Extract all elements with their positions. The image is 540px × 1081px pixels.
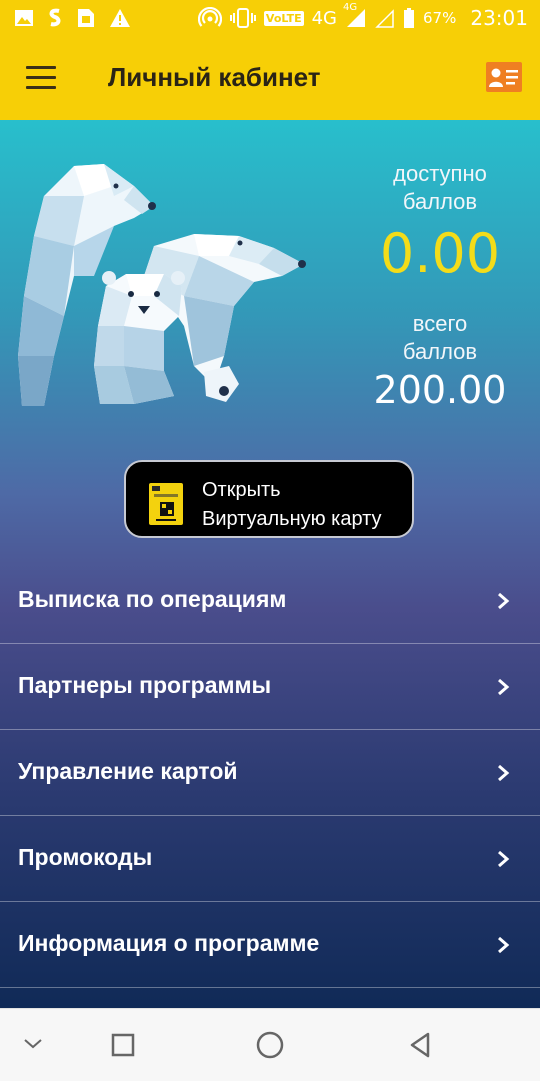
chevron-right-icon	[498, 936, 510, 954]
menu-item-promocodes[interactable]: Промокоды	[0, 816, 540, 902]
hamburger-menu-icon[interactable]	[26, 66, 58, 90]
chevron-right-icon	[498, 850, 510, 868]
home-icon[interactable]	[256, 1031, 284, 1064]
menu-item-partners[interactable]: Партнеры программы	[0, 644, 540, 730]
menu-item-statement[interactable]: Выписка по операциям	[0, 558, 540, 644]
image-icon	[14, 6, 34, 30]
status-bar-left	[14, 6, 131, 30]
chevron-right-icon	[498, 592, 510, 610]
menu-item-card-management[interactable]: Управление картой	[0, 730, 540, 816]
open-virtual-card-button[interactable]: Открыть Виртуальную карту	[124, 460, 414, 538]
nav-hide-icon[interactable]	[22, 1037, 44, 1056]
hotspot-icon	[197, 6, 222, 30]
id-card-icon[interactable]	[486, 62, 522, 92]
available-points-label: доступно баллов	[360, 160, 520, 216]
chevron-right-icon	[498, 764, 510, 782]
battery-percent: 67%	[423, 9, 457, 27]
polar-bears-illustration	[14, 156, 314, 416]
sd-card-icon	[76, 6, 96, 30]
network-type-small: 4G	[343, 2, 358, 13]
volte-label: VoLTE	[263, 10, 304, 26]
menu-item-label: Промокоды	[18, 844, 153, 870]
chevron-right-icon	[498, 678, 510, 696]
signal-icon: 4G	[343, 2, 367, 30]
status-bar-right: VoLTE 4G 4G 67% 23:01	[197, 2, 528, 30]
status-bar: VoLTE 4G 4G 67% 23:01	[0, 0, 540, 36]
back-icon[interactable]	[408, 1031, 432, 1064]
clock: 23:01	[470, 6, 528, 30]
virtual-card-icon	[148, 482, 184, 526]
system-nav-bar	[0, 1008, 540, 1081]
virtual-card-line1: Открыть	[202, 479, 281, 501]
main-content: доступно баллов 0.00 всего баллов 200.00…	[0, 120, 540, 1008]
app-bar: Личный кабинет	[0, 36, 540, 120]
menu-item-label: Партнеры программы	[18, 672, 272, 698]
signal-empty-icon	[375, 6, 395, 30]
total-points-label: всего баллов	[360, 310, 520, 366]
menu-item-program-info[interactable]: Информация о программе	[0, 902, 540, 988]
available-label-line1: доступно	[393, 161, 487, 186]
total-label-line1: всего	[412, 311, 468, 336]
battery-icon	[403, 6, 415, 30]
menu-item-label: Информация о программе	[18, 930, 320, 956]
available-points-value: 0.00	[379, 222, 501, 285]
recents-icon[interactable]	[111, 1033, 135, 1062]
page-title: Личный кабинет	[108, 62, 321, 92]
total-points-value: 200.00	[373, 368, 507, 412]
vibrate-icon	[229, 6, 256, 30]
virtual-card-line2: Виртуальную карту	[202, 508, 382, 530]
menu-item-label: Выписка по операциям	[18, 586, 287, 612]
dollar-app-icon	[47, 6, 63, 30]
menu-item-label: Управление картой	[18, 758, 238, 784]
available-label-line2: баллов	[402, 189, 478, 214]
network-type: 4G	[311, 7, 338, 29]
menu-list: Выписка по операциям Партнеры программы …	[0, 558, 540, 988]
warning-icon	[109, 6, 131, 30]
total-label-line2: баллов	[402, 339, 478, 364]
virtual-card-text: Открыть Виртуальную карту	[202, 476, 382, 534]
